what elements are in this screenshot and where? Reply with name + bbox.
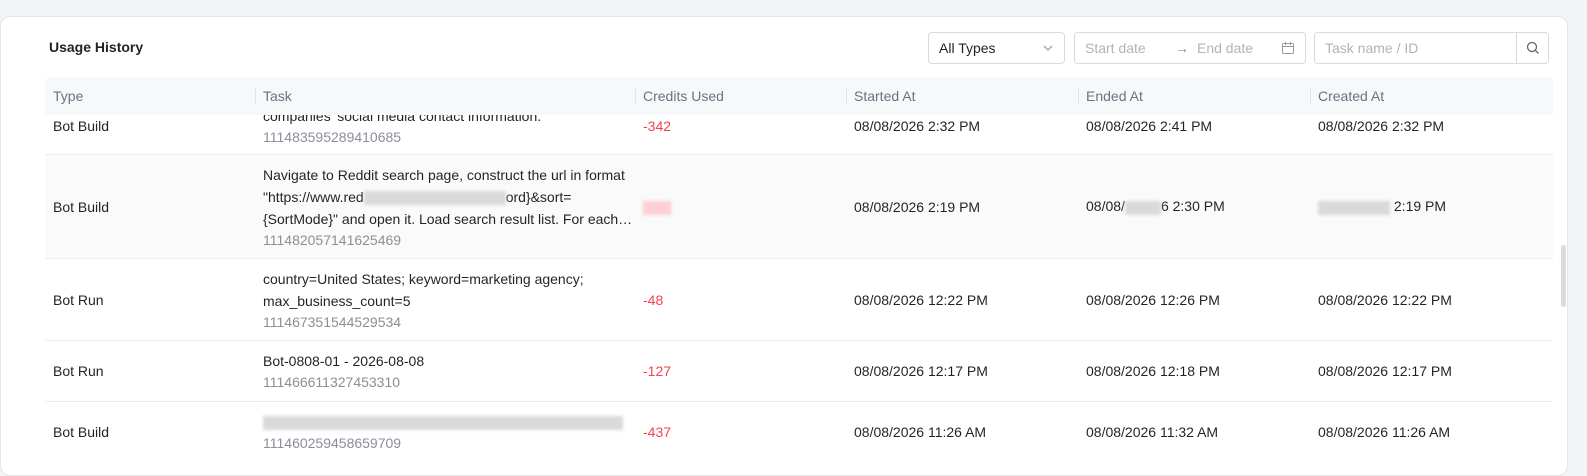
column-header-type: Type — [53, 88, 84, 104]
task-id: 111467351544529534 — [263, 313, 402, 330]
ended-fragment: 08/08/ — [1086, 198, 1125, 215]
task-text-line — [263, 411, 635, 433]
range-arrow: → — [1175, 40, 1189, 56]
task-text-line: Bot-0808-01 - 2026-08-08 — [263, 353, 425, 369]
cell-ended: 08/08/2026 12:18 PM — [1086, 363, 1220, 379]
search-button[interactable] — [1516, 33, 1548, 63]
cell-started: 08/08/2026 12:17 PM — [854, 363, 988, 379]
column-header-created: Created At — [1310, 77, 1553, 115]
redacted-block — [643, 200, 671, 215]
usage-history-card: Usage History All Types Start date → End… — [0, 16, 1568, 476]
task-id: 111483595289410685 — [263, 128, 402, 145]
cell-ended: 08/08/2026 12:26 PM — [1086, 291, 1220, 308]
task-text-line: Navigate to Reddit search page, construc… — [263, 166, 625, 183]
task-id: 111466611327453310 — [263, 374, 401, 390]
date-range-picker[interactable]: Start date → End date — [1074, 32, 1306, 64]
task-text-line: {SortMode}" and open it. Load search res… — [263, 210, 633, 227]
cell-type: Bot Build — [53, 423, 110, 440]
type-filter-value: All Types — [939, 40, 996, 56]
table-row[interactable]: Bot Build Navigate to Reddit search page… — [45, 155, 1553, 259]
cell-type: Bot Build — [53, 117, 110, 134]
cell-task: Bot-0808-01 - 2026-08-08 111466611327453… — [255, 350, 635, 392]
redacted-block — [1124, 200, 1161, 215]
cell-task: companies' social media contact informat… — [255, 115, 635, 147]
task-search-input[interactable] — [1315, 33, 1516, 63]
cell-started: 08/08/2026 12:22 PM — [854, 291, 988, 308]
cell-credits: -48 — [643, 291, 664, 308]
column-header-task: Task — [255, 77, 635, 115]
table-row[interactable]: Bot Build companies' social media contac… — [45, 115, 1553, 155]
cell-started: 08/08/2026 2:19 PM — [854, 198, 981, 215]
cell-created: 2:19 PM — [1310, 198, 1553, 215]
chevron-down-icon — [1042, 42, 1054, 54]
column-header-credits: Credits Used — [635, 77, 846, 115]
column-header-started: Started At — [846, 77, 1078, 115]
task-id: 111482057141625469 — [263, 231, 402, 248]
table-body[interactable]: Bot Build companies' social media contac… — [45, 115, 1553, 455]
start-date-input[interactable]: Start date — [1085, 40, 1175, 56]
cell-task: Navigate to Reddit search page, construc… — [255, 164, 635, 250]
table-rows: Bot Build companies' social media contac… — [45, 115, 1553, 455]
cell-created: 08/08/2026 12:22 PM — [1318, 291, 1452, 308]
task-text-line: "https://www.red ord}&sort= — [263, 186, 635, 208]
task-text-fragment: "https://www.red — [263, 188, 364, 205]
calendar-icon — [1281, 41, 1295, 55]
cell-credits: -342 — [643, 117, 672, 134]
task-text-line: country=United States; keyword=marketing… — [263, 270, 584, 287]
redacted-block — [1318, 200, 1390, 215]
end-date-input[interactable]: End date — [1197, 40, 1281, 56]
cell-task: 111460259458659709 — [255, 411, 635, 453]
cell-task: country=United States; keyword=marketing… — [255, 268, 635, 332]
column-header-ended: Ended At — [1078, 77, 1310, 115]
created-fragment: 2:19 PM — [1393, 198, 1447, 215]
type-filter-select[interactable]: All Types — [928, 32, 1065, 64]
task-search — [1314, 32, 1549, 64]
table-row[interactable]: Bot Run country=United States; keyword=m… — [45, 259, 1553, 341]
task-text: companies' social media contact informat… — [263, 115, 542, 124]
scrollbar-thumb[interactable] — [1561, 245, 1566, 307]
cell-ended: 08/08/6 2:30 PM — [1078, 198, 1310, 215]
cell-type: Bot Run — [53, 291, 104, 308]
cell-created: 08/08/2026 12:17 PM — [1318, 363, 1452, 379]
cell-ended: 08/08/2026 11:32 AM — [1086, 423, 1219, 440]
cell-created: 08/08/2026 11:26 AM — [1318, 423, 1451, 440]
table-row[interactable]: Bot Run Bot-0808-01 - 2026-08-08 1114666… — [45, 341, 1553, 402]
usage-table: Type Task Credits Used Started At Ended … — [45, 77, 1553, 455]
table-row[interactable]: Bot Build 111460259458659709 -437 08/08/… — [45, 402, 1553, 455]
task-text-fragment: ord}&sort= — [505, 188, 572, 205]
task-text-line: max_business_count=5 — [263, 292, 411, 309]
cell-credits: -437 — [643, 423, 672, 440]
cell-created: 08/08/2026 2:32 PM — [1318, 117, 1445, 134]
cell-type: Bot Run — [53, 363, 104, 379]
cell-started: 08/08/2026 11:26 AM — [854, 423, 987, 440]
table-scrollbar[interactable] — [1561, 55, 1567, 395]
redacted-block — [263, 415, 623, 430]
task-id: 111460259458659709 — [263, 434, 402, 451]
ended-fragment: 6 2:30 PM — [1160, 198, 1225, 215]
cell-ended: 08/08/2026 2:41 PM — [1086, 117, 1213, 134]
search-icon — [1526, 41, 1539, 54]
cell-type: Bot Build — [53, 198, 110, 215]
cell-credits: -127 — [643, 363, 672, 379]
cell-started: 08/08/2026 2:32 PM — [854, 117, 981, 134]
cell-credits — [635, 198, 846, 215]
page-title: Usage History — [49, 39, 144, 55]
redacted-block — [363, 190, 506, 205]
table-header: Type Task Credits Used Started At Ended … — [45, 77, 1553, 115]
